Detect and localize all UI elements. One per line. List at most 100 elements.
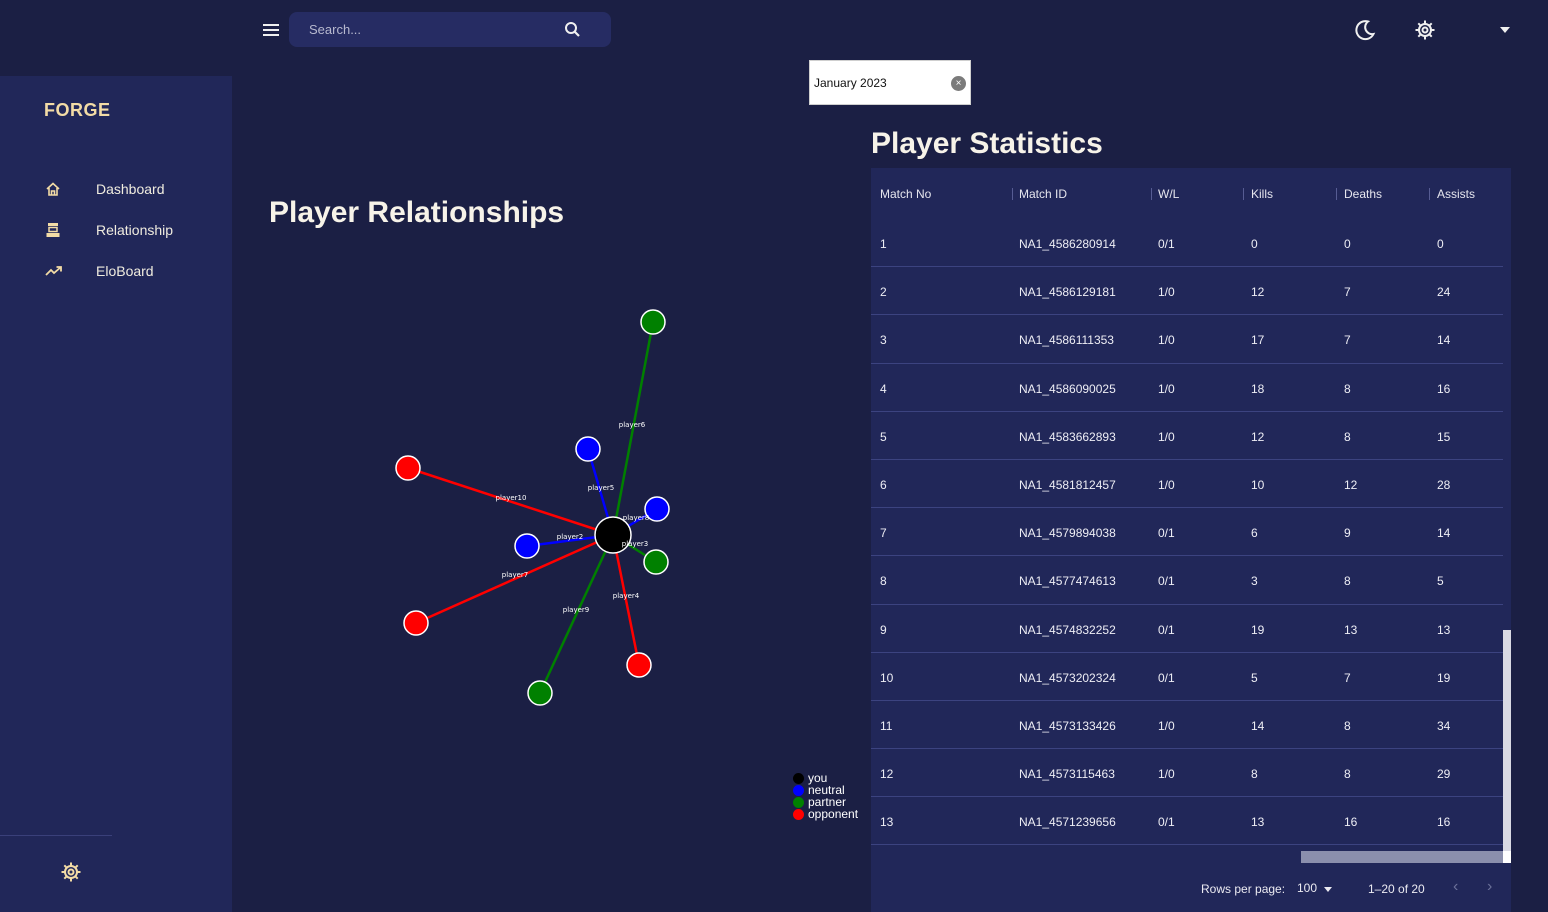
graph-node-player2[interactable]: [514, 533, 540, 559]
column-separator[interactable]: [1012, 188, 1013, 200]
menu-icon[interactable]: [262, 21, 280, 44]
graph-node-player9[interactable]: [527, 680, 553, 706]
search-icon[interactable]: [564, 21, 581, 43]
cell-wl: 0/1: [1158, 815, 1175, 830]
rows-per-page-label: Rows per page:: [1201, 882, 1286, 896]
cell-match-id: NA1_4577474613: [1019, 574, 1116, 589]
cell-match-id: NA1_4579894038: [1019, 526, 1116, 541]
clear-icon[interactable]: ×: [951, 76, 966, 91]
column-header-match-no[interactable]: Match No: [880, 187, 931, 201]
search-input[interactable]: [309, 12, 559, 47]
cell-deaths: 9: [1344, 526, 1351, 541]
cell-deaths: 13: [1344, 622, 1358, 637]
cell-wl: 0/1: [1158, 670, 1175, 685]
legend-swatch: [793, 784, 804, 796]
graph-node-player10[interactable]: [395, 455, 421, 481]
column-separator[interactable]: [1243, 188, 1244, 200]
column-header-deaths[interactable]: Deaths: [1344, 187, 1382, 201]
cell-wl: 1/0: [1158, 477, 1175, 492]
cell-wl: 0/1: [1158, 622, 1175, 637]
table-row[interactable]: 13 NA1_4571239656 0/1 13 16 16: [871, 797, 1503, 846]
sidebar-item-relationship[interactable]: Relationship: [0, 209, 232, 250]
graph-node-player6[interactable]: [640, 309, 666, 335]
cell-match-id: NA1_4586129181: [1019, 285, 1116, 300]
table-row[interactable]: 8 NA1_4577474613 0/1 3 8 5: [871, 556, 1503, 605]
cell-match-no: 13: [880, 815, 894, 830]
graph-label-player2: player2: [557, 533, 583, 541]
column-header-wl[interactable]: W/L: [1158, 187, 1179, 201]
moon-icon[interactable]: [1354, 19, 1376, 46]
top-bar: [0, 0, 1548, 60]
cell-kills: 12: [1251, 285, 1265, 300]
column-header-kills[interactable]: Kills: [1251, 187, 1273, 201]
table-row[interactable]: 12 NA1_4573115463 1/0 8 8 29: [871, 749, 1503, 798]
previous-page-icon[interactable]: ‹: [1453, 878, 1458, 896]
date-filter[interactable]: January 2023 ×: [809, 60, 971, 105]
graph-node-player7[interactable]: [403, 610, 429, 636]
cell-match-id: NA1_4581812457: [1019, 477, 1116, 492]
graph-node-player4[interactable]: [626, 652, 652, 678]
cell-wl: 1/0: [1158, 333, 1175, 348]
graph-label-player7: player7: [502, 571, 528, 579]
vertical-scrollbar[interactable]: [1503, 630, 1511, 862]
legend-swatch: [793, 796, 804, 808]
graph-label-player5: player5: [588, 484, 614, 492]
graph-label-player10: player10: [496, 494, 527, 502]
cell-assists: 13: [1437, 622, 1451, 637]
graph-node-player5[interactable]: [575, 436, 601, 462]
table-row[interactable]: 4 NA1_4586090025 1/0 18 8 16: [871, 364, 1503, 412]
relationship-graph: player6 player5 player10 player8 player2 play…: [395, 309, 670, 706]
cell-deaths: 7: [1344, 670, 1351, 685]
table-row[interactable]: 10 NA1_4573202324 0/1 5 7 19: [871, 653, 1503, 701]
table-row[interactable]: 1 NA1_4586280914 0/1 0 0 0: [871, 219, 1503, 268]
cell-match-no: 7: [880, 526, 887, 541]
column-separator[interactable]: [1429, 188, 1430, 200]
cell-wl: 1/0: [1158, 718, 1175, 733]
cell-match-no: 2: [880, 285, 887, 300]
cell-match-no: 9: [880, 622, 887, 637]
home-icon: [0, 181, 96, 197]
cell-deaths: 0: [1344, 237, 1351, 251]
cell-wl: 0/1: [1158, 574, 1175, 589]
chevron-down-icon[interactable]: [1500, 27, 1510, 33]
cell-kills: 18: [1251, 381, 1265, 396]
graph-edge-player9: [538, 534, 615, 694]
gear-icon[interactable]: [60, 861, 82, 888]
rank-icon: [0, 222, 96, 238]
brand-logo[interactable]: FORGE: [44, 100, 111, 121]
horizontal-scrollbar[interactable]: [1301, 851, 1503, 863]
column-separator[interactable]: [1336, 188, 1337, 200]
relationships-title: Player Relationships: [269, 196, 565, 229]
pagination-range: 1–20 of 20: [1368, 882, 1425, 896]
legend-item: opponent: [793, 808, 858, 820]
column-header-match-id[interactable]: Match ID: [1019, 187, 1067, 201]
cell-kills: 13: [1251, 815, 1265, 830]
rows-per-page-select[interactable]: 100: [1297, 881, 1317, 895]
table-row[interactable]: 3 NA1_4586111353 1/0 17 7 14: [871, 315, 1503, 364]
cell-match-no: 8: [880, 574, 887, 589]
column-separator[interactable]: [1151, 188, 1152, 200]
cell-match-id: NA1_4573133426: [1019, 718, 1116, 733]
statistics-table: Match No Match ID W/L Kills Deaths Assis…: [871, 168, 1511, 912]
table-row[interactable]: 5 NA1_4583662893 1/0 12 8 15: [871, 412, 1503, 460]
table-row[interactable]: 11 NA1_4573133426 1/0 14 8 34: [871, 701, 1503, 750]
legend-label: opponent: [808, 807, 859, 821]
cell-kills: 5: [1251, 670, 1258, 685]
next-page-icon[interactable]: ›: [1487, 878, 1492, 896]
scrollbar-corner: [1503, 851, 1511, 863]
chevron-down-icon[interactable]: [1324, 887, 1332, 892]
table-row[interactable]: 6 NA1_4581812457 1/0 10 12 28: [871, 460, 1503, 509]
cell-deaths: 7: [1344, 333, 1351, 348]
table-row[interactable]: 9 NA1_4574832252 0/1 19 13 13: [871, 605, 1503, 653]
gear-icon[interactable]: [1414, 19, 1436, 46]
sidebar-item-dashboard[interactable]: Dashboard: [0, 168, 232, 209]
graph-node-player3[interactable]: [643, 549, 669, 575]
graph-label-player6: player6: [619, 421, 646, 429]
sidebar-item-eloboard[interactable]: EloBoard: [0, 250, 232, 291]
cell-deaths: 7: [1344, 285, 1351, 300]
graph-label-player4: player4: [613, 592, 640, 600]
table-row[interactable]: 2 NA1_4586129181 1/0 12 7 24: [871, 267, 1503, 316]
cell-match-no: 5: [880, 429, 887, 444]
column-header-assists[interactable]: Assists: [1437, 187, 1475, 201]
table-row[interactable]: 7 NA1_4579894038 0/1 6 9 14: [871, 508, 1503, 557]
